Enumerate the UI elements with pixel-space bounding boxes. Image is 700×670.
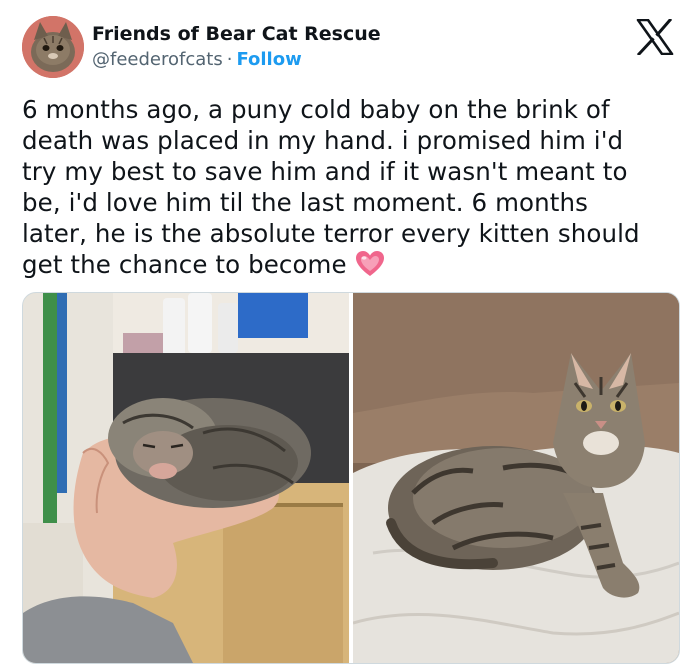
photo-kitten-in-hand[interactable] <box>23 293 349 663</box>
handle-row: @feederofcats · Follow <box>92 48 302 72</box>
photo-grown-cat[interactable] <box>353 293 679 663</box>
separator-dot: · <box>226 49 233 70</box>
tweet-text-line: 6 months ago, a puny cold baby on the br… <box>22 95 610 124</box>
media-grid <box>22 292 680 664</box>
tweet-text-line: try my best to save him and if it wasn't… <box>22 157 628 186</box>
tweet-text: 6 months ago, a puny cold baby on the br… <box>22 94 682 285</box>
user-handle[interactable]: @feederofcats <box>92 49 223 70</box>
tweet-card: Friends of Bear Cat Rescue @feederofcats… <box>0 0 700 670</box>
tweet-text-line: death was placed in my hand. i promised … <box>22 126 624 155</box>
tweet-text-line: get the chance to become <box>22 250 347 279</box>
avatar[interactable] <box>22 16 84 78</box>
display-name[interactable]: Friends of Bear Cat Rescue <box>92 22 381 46</box>
tweet-text-line: later, he is the absolute terror every k… <box>22 219 640 248</box>
x-logo-icon[interactable] <box>636 17 674 57</box>
tweet-text-line: be, i'd love him til the last moment. 6 … <box>22 188 588 217</box>
tweet-text-line-last: get the chance to become <box>22 249 682 285</box>
follow-button[interactable]: Follow <box>236 49 301 70</box>
sparkling-heart-icon <box>355 250 385 285</box>
